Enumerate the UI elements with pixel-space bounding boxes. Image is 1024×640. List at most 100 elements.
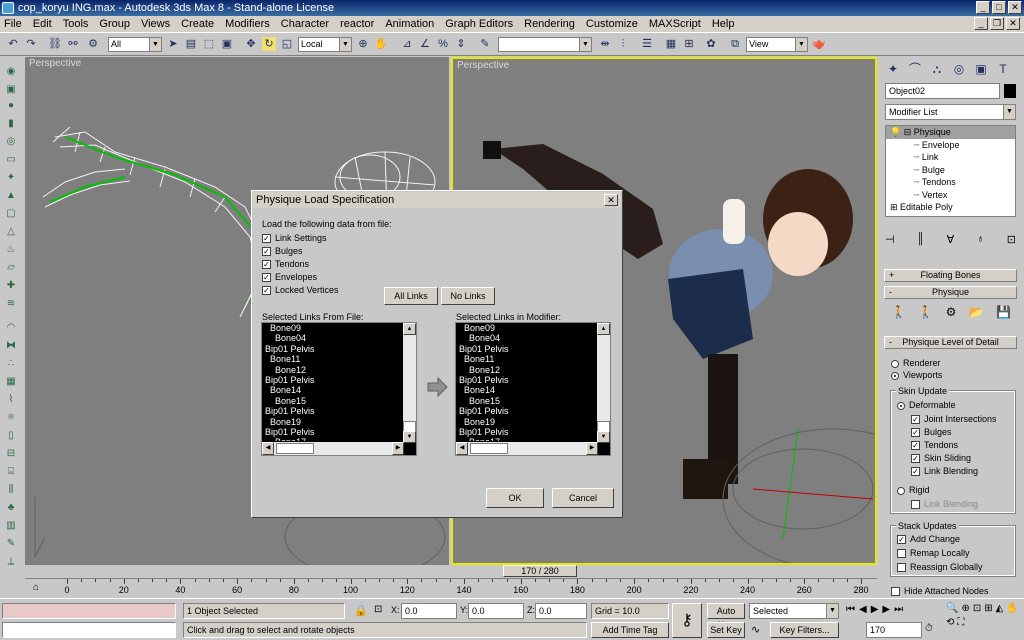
create-envelope-icon[interactable]: ⚙ <box>946 305 957 323</box>
track-bar[interactable]: ⌂ 0 20 40 60 80 100 120 140 160 180 200 220 240 260 28… <box>25 578 877 598</box>
list-item[interactable]: Bone12 <box>262 365 404 375</box>
window-tool-icon[interactable]: ⊟ <box>4 447 18 460</box>
menu-views[interactable]: Views <box>141 18 170 30</box>
stack-item-envelope[interactable]: ┈ Envelope <box>886 139 1015 152</box>
ok-button[interactable]: OK <box>486 488 544 508</box>
list-item[interactable]: Bip01 Pelvis <box>456 375 598 385</box>
curve-editor-icon[interactable]: ▦ <box>664 37 678 51</box>
wall-tool-icon[interactable]: ▥ <box>4 519 18 532</box>
time-config-icon[interactable]: ⏱ <box>925 623 933 634</box>
in-modifier-hscroll[interactable]: ◀ ▶ <box>456 442 598 455</box>
angle-snap-icon[interactable]: ∠ <box>418 37 432 51</box>
list-item[interactable]: Bip01 Pelvis <box>262 375 404 385</box>
particle-tool-icon[interactable]: ∴ <box>4 357 18 370</box>
hierarchy-tab-icon[interactable]: ⛬ <box>927 59 947 79</box>
from-file-hscroll[interactable]: ◀ ▶ <box>262 442 404 455</box>
remove-modifier-icon[interactable]: ♁ <box>976 233 984 249</box>
menu-edit[interactable]: Edit <box>33 18 52 30</box>
modify-tab-icon[interactable]: ⌒ <box>905 59 925 79</box>
doc-minimize-button[interactable]: _ <box>974 17 988 30</box>
menu-help[interactable]: Help <box>712 18 735 30</box>
in-modifier-vscroll[interactable]: ▲ ▼ <box>597 323 610 443</box>
list-item[interactable]: Bone12 <box>456 365 598 375</box>
links-in-modifier-list[interactable]: Bone09 Bone04 Bip01 Pelvis Bone11 Bone12 Bip0… <box>455 322 611 456</box>
scale-icon[interactable]: ◱ <box>280 37 294 51</box>
shape-tool-icon[interactable]: ◠ <box>4 321 18 334</box>
go-to-start-icon[interactable]: ⏮ <box>846 604 855 615</box>
hide-attached-nodes-checkbox[interactable]: Hide Attached Nodes <box>891 586 989 597</box>
percent-snap-icon[interactable]: % <box>436 37 450 51</box>
list-item[interactable]: Bip01 Pelvis <box>456 344 598 354</box>
list-item[interactable]: Bone19 <box>262 417 404 427</box>
play-icon[interactable]: ▶ <box>871 604 879 615</box>
dialog-close-button[interactable]: ✕ <box>604 194 618 206</box>
bone-tool-icon[interactable]: ✎ <box>4 537 18 550</box>
open-physique-file-icon[interactable]: 📂 <box>969 305 984 323</box>
edit-named-sel-icon[interactable]: ✎ <box>478 37 492 51</box>
teapot-tool-icon[interactable]: ♨ <box>4 243 18 256</box>
tube-tool-icon[interactable]: ▢ <box>4 207 18 220</box>
sphere-tool-icon[interactable]: ● <box>4 99 18 112</box>
dynamics-tool-icon[interactable]: ⚛ <box>4 411 18 424</box>
torus-tool-icon[interactable]: ◎ <box>4 135 18 148</box>
list-item[interactable]: Bone11 <box>262 354 404 364</box>
reinitialize-icon[interactable]: 🚶 <box>918 305 933 323</box>
hscroll-thumb[interactable] <box>470 443 508 454</box>
attach-to-node-icon[interactable]: 🚶 <box>891 305 906 323</box>
reference-coord-combo[interactable]: Local ▼ <box>298 37 352 52</box>
rollout-floating-bones[interactable]: + Floating Bones <box>884 269 1017 282</box>
cone-tool-icon[interactable]: ▲ <box>4 189 18 202</box>
doc-close-button[interactable]: ✕ <box>1006 17 1020 30</box>
pan-icon[interactable]: ✋ <box>1006 603 1018 614</box>
list-item[interactable]: Bone14 <box>456 385 598 395</box>
cancel-button[interactable]: Cancel <box>552 488 614 508</box>
zoom-all-icon[interactable]: ⊕ <box>961 603 969 614</box>
cylinder-tool-icon[interactable]: ▮ <box>4 117 18 130</box>
rollout-physique[interactable]: - Physique <box>884 286 1017 299</box>
create-tab-icon[interactable]: ✦ <box>883 59 903 79</box>
maxscript-input-mini[interactable] <box>2 622 176 638</box>
list-item[interactable]: Bone14 <box>262 385 404 395</box>
object-name-field[interactable]: Object02 <box>885 83 1000 99</box>
menu-modifiers[interactable]: Modifiers <box>225 18 270 30</box>
list-item[interactable]: Bone17 <box>456 437 598 441</box>
render-scene-icon[interactable]: ⧉ <box>728 37 742 51</box>
save-physique-file-icon[interactable]: 💾 <box>996 305 1011 323</box>
key-set-combo[interactable]: Selected ▼ <box>749 603 839 619</box>
spinner-snap-icon[interactable]: ⇕ <box>454 37 468 51</box>
menu-create[interactable]: Create <box>181 18 214 30</box>
auto-key-button[interactable]: Auto Key <box>707 603 745 630</box>
maxscript-listener-mini[interactable] <box>2 603 176 619</box>
scroll-up-icon[interactable]: ▲ <box>597 323 610 335</box>
renderer-radio[interactable]: Renderer <box>891 358 941 369</box>
scroll-down-icon[interactable]: ▼ <box>597 431 610 443</box>
modifier-list-combo[interactable]: Modifier List ▼ <box>885 104 1016 120</box>
hscroll-thumb[interactable] <box>276 443 314 454</box>
selection-filter-combo[interactable]: All ▼ <box>108 37 162 52</box>
key-curve-icon[interactable]: ∿ <box>751 623 760 636</box>
rigid-radio[interactable]: Rigid <box>897 485 930 496</box>
menu-group[interactable]: Group <box>99 18 130 30</box>
list-item[interactable]: Bone09 <box>456 323 598 333</box>
set-key-button[interactable]: Set Key <box>707 622 745 638</box>
quick-render-icon[interactable]: 🫖 <box>812 37 826 51</box>
list-item[interactable]: Bone17 <box>262 437 404 441</box>
close-window-button[interactable]: ✕ <box>1008 1 1022 14</box>
maximize-button[interactable]: □ <box>992 1 1006 14</box>
rigid-link-blending-checkbox[interactable]: Link Blending <box>911 499 978 510</box>
go-to-end-icon[interactable]: ⏭ <box>894 604 903 615</box>
display-tab-icon[interactable]: ▣ <box>971 59 991 79</box>
stairs-tool-icon[interactable]: ⌸ <box>4 465 18 478</box>
object-color-swatch[interactable] <box>1004 84 1016 98</box>
absolute-mode-icon[interactable]: ⊡ <box>374 604 382 615</box>
menu-reactor[interactable]: reactor <box>340 18 374 30</box>
rect-selection-icon[interactable]: ⬚ <box>202 37 216 51</box>
helper-tool-icon[interactable]: ✚ <box>4 279 18 292</box>
material-editor-icon[interactable]: ✿ <box>704 37 718 51</box>
scroll-left-icon[interactable]: ◀ <box>262 442 274 455</box>
list-item[interactable]: Bip01 Pelvis <box>456 406 598 416</box>
nurbs-tool-icon[interactable]: ⌇ <box>4 393 18 406</box>
list-item[interactable]: Bone15 <box>262 396 404 406</box>
viewports-radio[interactable]: Viewports <box>891 370 942 381</box>
layer-manager-icon[interactable]: ☰ <box>640 37 654 51</box>
